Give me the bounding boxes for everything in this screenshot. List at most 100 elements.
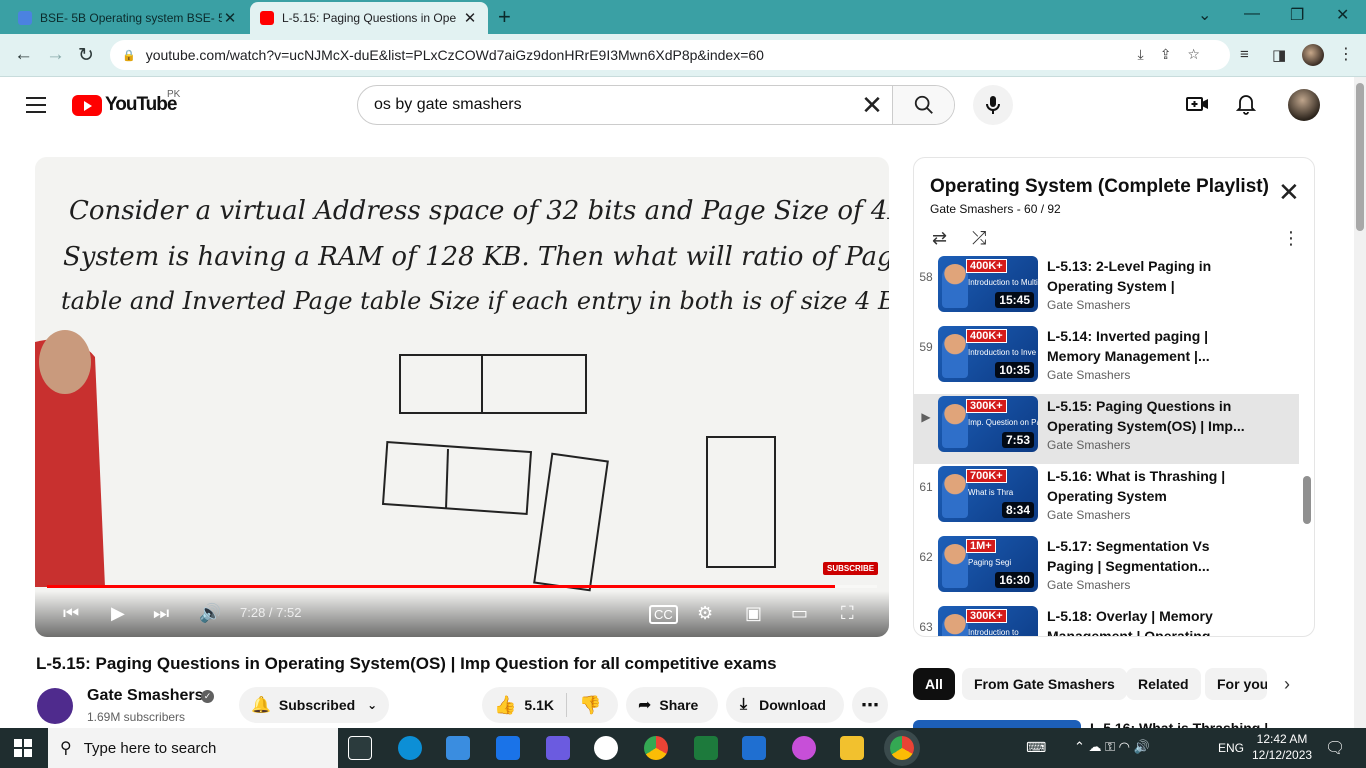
- playlist-item-thumbnail[interactable]: 400K+ Introduction to Multi 15:45: [938, 256, 1038, 312]
- close-window-button[interactable]: ✕: [1336, 5, 1349, 25]
- voice-search-button[interactable]: [973, 85, 1013, 125]
- browser-profile-avatar[interactable]: [1302, 44, 1324, 66]
- playlist-item-title[interactable]: L-5.14: Inverted paging | Memory Managem…: [1047, 326, 1247, 366]
- playlist-item-thumbnail[interactable]: 700K+ What is Thra 8:34: [938, 466, 1038, 522]
- playlist-item[interactable]: 63 300K+ Introduction to L-5.18: Overlay | …: [914, 604, 1299, 636]
- playlist-item-thumbnail[interactable]: 300K+ Introduction to: [938, 606, 1038, 636]
- restore-button[interactable]: ❐: [1290, 5, 1304, 25]
- next-video-icon[interactable]: ⏭: [153, 603, 169, 624]
- like-count[interactable]: 5.1K: [524, 697, 554, 713]
- playlist-item-title[interactable]: L-5.15: Paging Questions in Operating Sy…: [1047, 396, 1247, 436]
- chrome-menu-icon[interactable]: ⋮: [1338, 44, 1354, 64]
- taskbar-search-box[interactable]: ⚲ Type here to search: [48, 728, 338, 768]
- minimize-button[interactable]: —: [1244, 5, 1260, 23]
- close-playlist-icon[interactable]: ✕: [1278, 179, 1300, 205]
- excel-icon[interactable]: [694, 736, 718, 760]
- word-icon[interactable]: [594, 736, 618, 760]
- search-button[interactable]: [892, 86, 954, 124]
- play-icon[interactable]: ▶: [111, 603, 125, 624]
- side-panel-icon[interactable]: ◨: [1272, 46, 1286, 64]
- more-actions-icon[interactable]: ⋯: [852, 687, 888, 723]
- shuffle-icon[interactable]: ⤮: [972, 228, 986, 249]
- video-player[interactable]: Consider a virtual Address space of 32 b…: [35, 157, 889, 637]
- close-tab-icon[interactable]: ✕: [222, 9, 238, 27]
- hamburger-menu-icon[interactable]: [26, 97, 46, 113]
- playlist-item-thumbnail[interactable]: 300K+ Imp. Question on Pa 7:53: [938, 396, 1038, 452]
- theater-mode-icon[interactable]: ▭: [791, 603, 808, 624]
- playlist-more-icon[interactable]: ⋮: [1282, 228, 1300, 249]
- logo-wordmark: YouTube: [105, 94, 177, 115]
- address-bar[interactable]: 🔒 youtube.com/watch?v=ucNJMcX-duE&list=P…: [110, 40, 1230, 70]
- file-explorer-icon[interactable]: [840, 736, 864, 760]
- playlist-item[interactable]: 59 400K+ Introduction to Inve 10:35 L-5.14: …: [914, 324, 1299, 394]
- notifications-icon[interactable]: 🗨: [1325, 738, 1345, 758]
- settings-gear-icon[interactable]: ⚙: [697, 603, 713, 624]
- playlist-item-title[interactable]: L-5.17: Segmentation Vs Paging | Segment…: [1047, 536, 1247, 576]
- chip-for-you[interactable]: For you: [1205, 668, 1267, 700]
- edge-icon[interactable]: [398, 736, 422, 760]
- close-tab-icon[interactable]: ✕: [462, 9, 478, 27]
- playlist-item-title[interactable]: L-5.18: Overlay | Memory Management | Op…: [1047, 606, 1247, 636]
- create-video-icon[interactable]: [1186, 93, 1210, 120]
- app-icon[interactable]: [546, 736, 570, 760]
- browser-tab-youtube[interactable]: L-5.15: Paging Questions in Ope ✕: [250, 2, 488, 34]
- browser-tab-bse[interactable]: BSE- 5B Operating system BSE- 5 ✕: [8, 2, 248, 34]
- playlist-item-thumbnail[interactable]: 1M+ Paging Segi 16:30: [938, 536, 1038, 592]
- chip-all[interactable]: All: [913, 668, 955, 700]
- account-avatar[interactable]: [1288, 89, 1320, 121]
- playlist-item-title[interactable]: L-5.13: 2-Level Paging in Operating Syst…: [1047, 256, 1247, 296]
- taskbar-clock[interactable]: 12:42 AM 12/12/2023: [1252, 731, 1312, 763]
- volume-icon[interactable]: 🔊: [199, 603, 221, 624]
- tab-search-icon[interactable]: ⌄: [1198, 5, 1211, 25]
- related-video-thumbnail[interactable]: [913, 720, 1081, 728]
- dislike-icon[interactable]: 👎: [579, 695, 601, 716]
- page-scrollbar[interactable]: [1354, 77, 1366, 728]
- loop-playlist-icon[interactable]: ⇄: [932, 228, 947, 249]
- channel-name[interactable]: Gate Smashers: [87, 687, 204, 705]
- playlist-item-thumbnail[interactable]: 400K+ Introduction to Inve 10:35: [938, 326, 1038, 382]
- playlist-item[interactable]: 58 400K+ Introduction to Multi 15:45 L-5.13:…: [914, 256, 1299, 324]
- playlist-title[interactable]: Operating System (Complete Playlist): [930, 176, 1269, 198]
- captions-icon[interactable]: CC: [649, 605, 678, 624]
- tray-icons[interactable]: ⌃ ☁ ⚿ ◠ 🔊: [1074, 739, 1150, 755]
- previous-video-icon[interactable]: ⏮: [63, 603, 79, 624]
- task-view-icon[interactable]: [348, 736, 372, 760]
- like-icon[interactable]: 👍: [494, 695, 516, 716]
- share-button[interactable]: ➦ Share: [626, 687, 718, 723]
- youtube-logo[interactable]: YouTube PK: [72, 89, 180, 116]
- fullscreen-icon[interactable]: ⛶: [841, 603, 854, 624]
- chip-from-gate-smashers[interactable]: From Gate Smashers: [962, 668, 1127, 700]
- playlist-item[interactable]: 61 700K+ What is Thra 8:34 L-5.16: What is T…: [914, 464, 1299, 534]
- notifications-bell-icon[interactable]: [1235, 93, 1257, 120]
- keyboard-icon[interactable]: ⌨: [1026, 739, 1046, 756]
- miniplayer-icon[interactable]: ▣: [745, 603, 762, 624]
- omnibox-action-icons[interactable]: ⤓⇪☆: [1138, 46, 1216, 63]
- chrome-active-icon[interactable]: [890, 736, 914, 760]
- store-icon[interactable]: [446, 736, 470, 760]
- mail-icon[interactable]: [496, 736, 520, 760]
- playlist-item[interactable]: 62 1M+ Paging Segi 16:30 L-5.17: Segmentatio…: [914, 534, 1299, 604]
- forward-icon[interactable]: →: [46, 44, 65, 66]
- playlist-scrollbar[interactable]: [1303, 476, 1311, 524]
- playlist-item[interactable]: ▶ 300K+ Imp. Question on Pa 7:53 L-5.15: Pag…: [914, 394, 1299, 464]
- app2-icon[interactable]: [792, 736, 816, 760]
- video-title: L-5.15: Paging Questions in Operating Sy…: [36, 654, 777, 673]
- search-input[interactable]: [358, 86, 852, 124]
- new-tab-button[interactable]: +: [498, 4, 511, 30]
- back-icon[interactable]: ←: [14, 44, 33, 66]
- language-indicator[interactable]: ENG: [1218, 741, 1244, 755]
- reload-icon[interactable]: ↻: [78, 44, 94, 67]
- media-control-icon[interactable]: ≡: [1240, 46, 1249, 63]
- clear-search-icon[interactable]: ✕: [852, 90, 892, 121]
- windows-start-icon[interactable]: [14, 739, 32, 757]
- vscode-icon[interactable]: [742, 736, 766, 760]
- chrome-icon[interactable]: [644, 736, 668, 760]
- channel-avatar[interactable]: [37, 688, 73, 724]
- download-button[interactable]: ⤓ Download: [726, 687, 844, 723]
- chip-related[interactable]: Related: [1126, 668, 1201, 700]
- video-progress-bar[interactable]: [47, 585, 877, 588]
- playlist-item-title[interactable]: L-5.16: What is Thrashing | Operating Sy…: [1047, 466, 1247, 506]
- subscribed-button[interactable]: 🔔 Subscribed ⌄: [239, 687, 389, 723]
- chip-scroll-right-icon[interactable]: ›: [1284, 674, 1290, 695]
- subscribe-watermark[interactable]: SUBSCRIBE: [823, 562, 879, 575]
